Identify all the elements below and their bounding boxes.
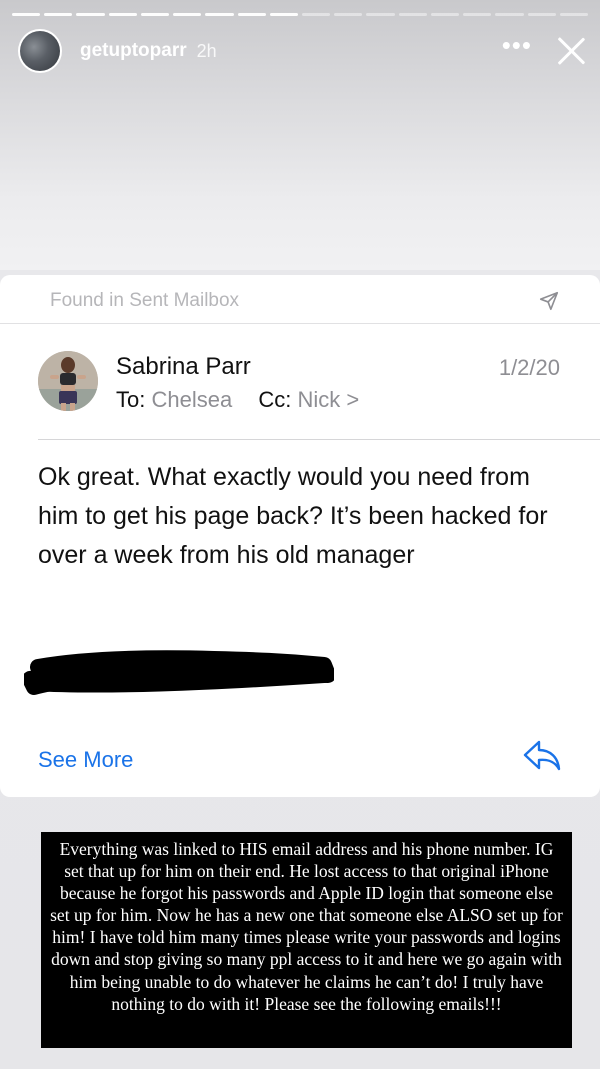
sender-name: Sabrina Parr bbox=[116, 353, 251, 380]
story-time: 2h bbox=[196, 40, 217, 61]
email-body: Ok great. What exactly would you need fr… bbox=[38, 463, 548, 569]
story-progress-bar bbox=[12, 13, 588, 16]
email-screenshot-card: Found in Sent Mailbox Sabrina Parr 1/2/2… bbox=[0, 275, 600, 797]
cc-label: Cc: bbox=[258, 387, 292, 412]
mailbox-label: Found in Sent Mailbox bbox=[50, 290, 240, 311]
divider bbox=[0, 323, 600, 324]
avatar-image bbox=[20, 31, 60, 71]
progress-segment bbox=[430, 13, 460, 16]
cc-recipient: Nick bbox=[297, 387, 341, 412]
redaction-scribble bbox=[24, 650, 334, 695]
mailbox-banner: Found in Sent Mailbox bbox=[50, 287, 560, 315]
divider bbox=[38, 439, 600, 440]
close-icon[interactable] bbox=[556, 36, 586, 66]
progress-segment bbox=[269, 13, 298, 16]
email-header: Sabrina Parr 1/2/20 To: Chelsea Cc: Nick… bbox=[38, 351, 560, 417]
email-date: 1/2/20 bbox=[498, 355, 560, 380]
story-caption: Everything was linked to HIS email addre… bbox=[41, 832, 572, 1048]
progress-segment bbox=[76, 13, 105, 16]
username[interactable]: getuptoparr bbox=[80, 40, 187, 62]
to-recipient: Chelsea bbox=[151, 387, 233, 412]
recipients-line[interactable]: To: Chelsea Cc: Nick > bbox=[116, 387, 359, 413]
progress-segment bbox=[205, 13, 234, 16]
progress-segment bbox=[237, 13, 266, 16]
progress-segment bbox=[495, 13, 524, 16]
progress-segment bbox=[366, 13, 395, 16]
progress-segment bbox=[463, 13, 492, 16]
send-arrow-icon bbox=[539, 291, 559, 311]
progress-segment bbox=[527, 13, 556, 16]
user-avatar[interactable] bbox=[18, 29, 62, 73]
story-header: getuptoparr 2h ••• bbox=[18, 28, 586, 74]
chevron-right-icon: > bbox=[346, 387, 360, 412]
story-viewer: getuptoparr 2h ••• Found in Sent Mailbox bbox=[0, 0, 600, 1069]
progress-segment bbox=[173, 13, 202, 16]
reply-icon[interactable] bbox=[522, 739, 562, 773]
to-label: To: bbox=[116, 387, 146, 412]
progress-segment bbox=[140, 13, 170, 16]
progress-segment bbox=[334, 13, 363, 16]
progress-segment bbox=[12, 13, 41, 16]
progress-segment bbox=[301, 13, 331, 16]
progress-segment bbox=[44, 13, 73, 16]
more-horizontal-icon[interactable]: ••• bbox=[502, 32, 532, 62]
sender-avatar bbox=[38, 351, 98, 411]
progress-segment bbox=[398, 13, 427, 16]
progress-segment bbox=[559, 13, 588, 16]
see-more-link[interactable]: See More bbox=[38, 747, 133, 773]
progress-segment bbox=[108, 13, 137, 16]
